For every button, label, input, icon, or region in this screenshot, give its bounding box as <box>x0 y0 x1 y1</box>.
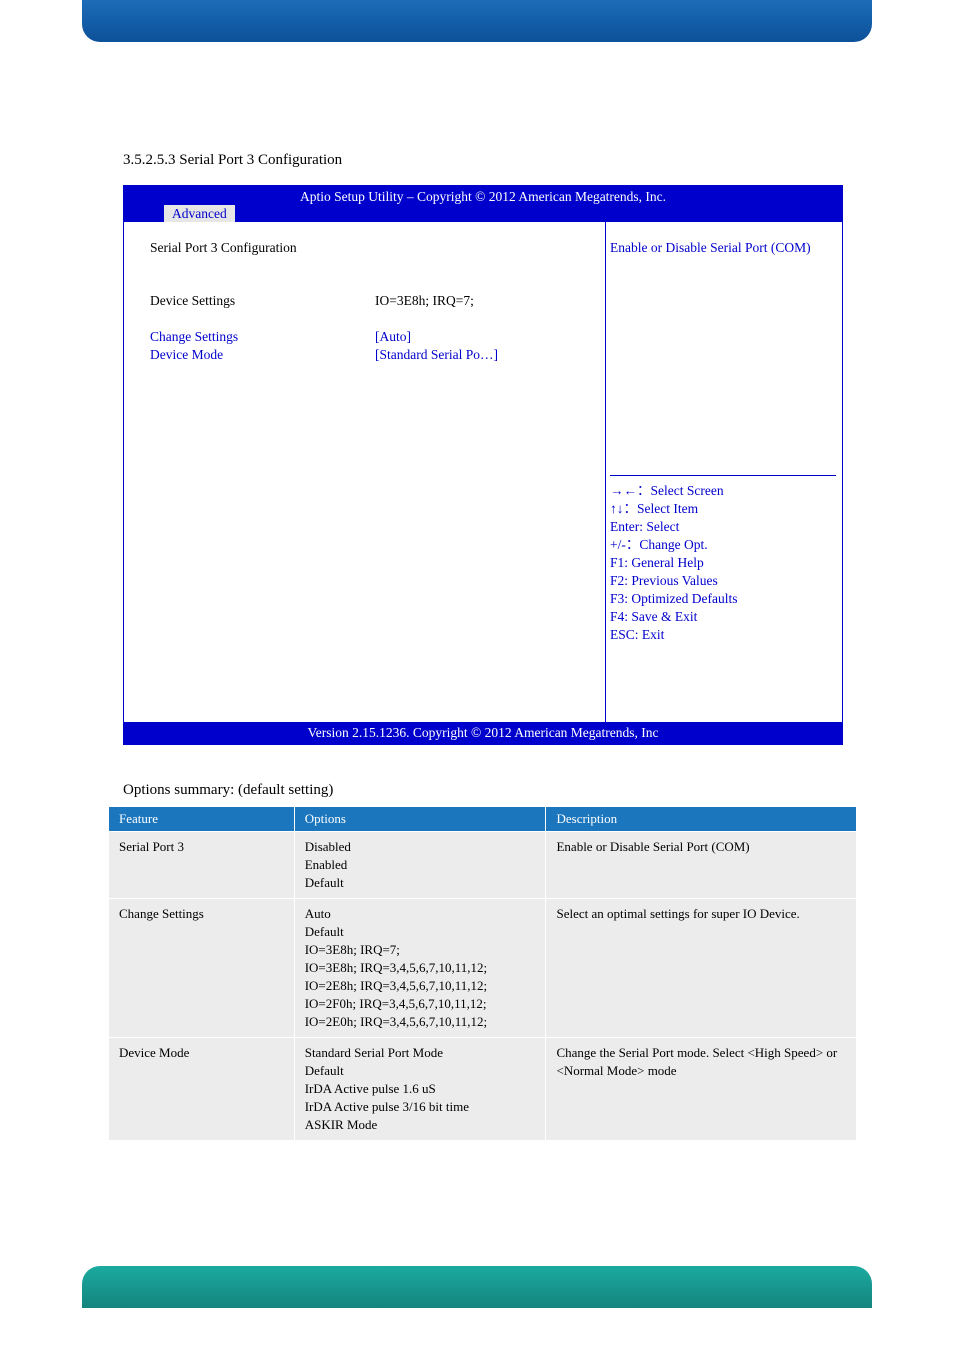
bios-footer: Version 2.15.1236. Copyright © 2012 Amer… <box>124 722 842 744</box>
bios-tab-advanced[interactable]: Advanced <box>164 205 235 222</box>
bios-left-panel: Serial Port 3 Configuration Serial Port[… <box>124 222 605 722</box>
bios-setting-row[interactable]: Device Mode[Standard Serial Po…] <box>150 346 605 364</box>
bios-help-key-line: F4: Save & Exit <box>610 608 836 626</box>
top-decorative-bar <box>82 0 872 42</box>
bios-help-key-line: ↑↓：Select Item <box>610 500 836 518</box>
cell-options: DisabledEnabledDefault <box>294 832 546 899</box>
bios-help-key-line: F3: Optimized Defaults <box>610 590 836 608</box>
cell-feature: Change Settings <box>109 899 295 1038</box>
section-title: 3.5.2.5.3 Serial Port 3 Configuration <box>123 152 342 169</box>
bios-help-key-line: ESC: Exit <box>610 626 836 644</box>
bios-setting-value: [Auto] <box>375 328 605 346</box>
table-row: Serial Port 3DisabledEnabledDefaultEnabl… <box>109 832 857 899</box>
bios-help-key-line: F2: Previous Values <box>610 572 836 590</box>
bios-help-description: Enable or Disable Serial Port (COM) <box>610 240 836 256</box>
table-header-row: Feature Options Description <box>109 807 857 832</box>
th-feature: Feature <box>109 807 295 832</box>
bios-header: Aptio Setup Utility – Copyright © 2012 A… <box>124 186 842 222</box>
bios-header-title: Aptio Setup Utility – Copyright © 2012 A… <box>124 188 842 205</box>
bios-setting-label: Serial Port <box>150 274 375 292</box>
table-row: Device ModeStandard Serial Port ModeDefa… <box>109 1038 857 1141</box>
bios-screenshot: Aptio Setup Utility – Copyright © 2012 A… <box>123 185 843 745</box>
bios-setting-value: [Standard Serial Po…] <box>375 346 605 364</box>
th-description: Description <box>546 807 857 832</box>
bios-setting-row[interactable]: Change Settings[Auto] <box>150 328 605 346</box>
bios-key-help: →←：Select Screen↑↓：Select ItemEnter: Sel… <box>610 475 836 722</box>
bios-setting-row[interactable]: Device SettingsIO=3E8h; IRQ=7; <box>150 292 605 310</box>
bios-setting-label: Device Mode <box>150 346 375 364</box>
bios-help-key-line: Enter: Select <box>610 518 836 536</box>
cell-feature: Serial Port 3 <box>109 832 295 899</box>
bios-help-key-line: +/-：Change Opt. <box>610 536 836 554</box>
cell-description: Enable or Disable Serial Port (COM) <box>546 832 857 899</box>
cell-feature: Device Mode <box>109 1038 295 1141</box>
th-options: Options <box>294 807 546 832</box>
table-row: Change SettingsAutoDefaultIO=3E8h; IRQ=7… <box>109 899 857 1038</box>
bios-help-key-line: F1: General Help <box>610 554 836 572</box>
bios-body: Serial Port 3 Configuration Serial Port[… <box>124 222 842 722</box>
bios-setting-label: Change Settings <box>150 328 375 346</box>
bios-setting-value: [Enabled] <box>375 274 605 292</box>
cell-options: Standard Serial Port ModeDefaultIrDA Act… <box>294 1038 546 1141</box>
bios-setting-value: IO=3E8h; IRQ=7; <box>375 292 605 310</box>
bottom-decorative-bar <box>82 1266 872 1308</box>
cell-options: AutoDefaultIO=3E8h; IRQ=7;IO=3E8h; IRQ=3… <box>294 899 546 1038</box>
bios-setting-label: Device Settings <box>150 292 375 310</box>
bios-panel-title: Serial Port 3 Configuration <box>150 240 605 256</box>
options-summary-table: Feature Options Description Serial Port … <box>108 806 857 1141</box>
cell-description: Change the Serial Port mode. Select <Hig… <box>546 1038 857 1141</box>
cell-description: Select an optimal settings for super IO … <box>546 899 857 1038</box>
bios-setting-row[interactable]: Serial Port[Enabled] <box>150 274 605 292</box>
options-summary-title: Options summary: (default setting) <box>123 782 333 799</box>
bios-right-panel: Enable or Disable Serial Port (COM) →←：S… <box>605 222 842 722</box>
bios-help-key-line: →←：Select Screen <box>610 482 836 500</box>
